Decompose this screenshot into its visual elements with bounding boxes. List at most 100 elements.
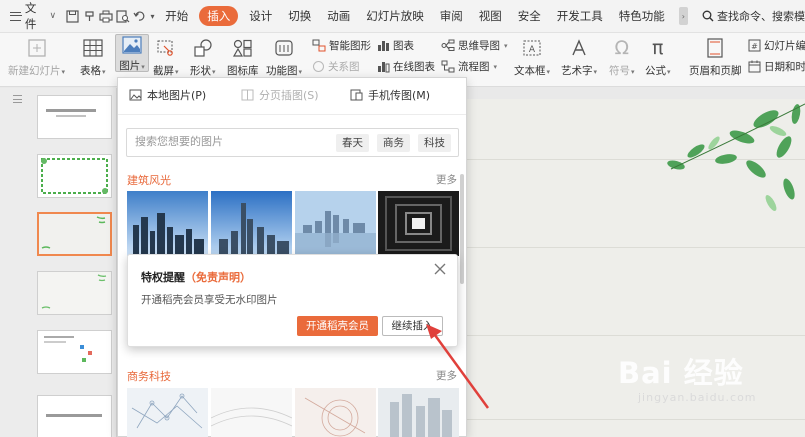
save-icon[interactable] xyxy=(64,0,81,33)
slide-thumbnail-panel xyxy=(0,88,117,437)
mind-map-label: 思维导图 xyxy=(458,40,500,52)
command-search[interactable]: 查找命令、搜索模 xyxy=(702,8,805,24)
undo-icon[interactable] xyxy=(131,0,148,33)
tab-security[interactable]: 安全 xyxy=(510,0,549,33)
picture-thumb-tunnel[interactable] xyxy=(378,191,459,256)
phone-icon xyxy=(350,89,363,101)
picture-thumb-city-3[interactable] xyxy=(295,191,376,256)
search-icon xyxy=(702,10,714,22)
table-button[interactable]: 表格▾ xyxy=(80,36,106,78)
function-chart-label: 功能图 xyxy=(266,65,298,77)
wood-line xyxy=(466,419,805,420)
new-slide-button[interactable]: 新建幻灯片▾ xyxy=(8,36,65,78)
picture-thumb-city-1[interactable] xyxy=(127,191,208,256)
icon-library-label: 图标库 xyxy=(227,65,259,77)
tab-developer[interactable]: 开发工具 xyxy=(549,0,611,33)
chart-label: 图表 xyxy=(393,40,414,52)
watermark-url: jingyan.baidu.com xyxy=(638,391,757,404)
picture-search-input[interactable] xyxy=(135,135,325,148)
tab-split-insert[interactable]: 分页插图(S) xyxy=(241,87,319,103)
tag-spring[interactable]: 春天 xyxy=(336,134,369,152)
slide-thumbnail-selected[interactable] xyxy=(37,212,112,256)
smart-shape-button[interactable]: 智能图形 xyxy=(312,38,371,53)
picture-label: 图片 xyxy=(119,60,141,72)
chevron-down-icon: ∨ xyxy=(49,11,57,21)
section-title-business: 商务科技 xyxy=(127,370,171,383)
tab-special[interactable]: 特色功能 xyxy=(611,0,673,33)
flow-chart-icon xyxy=(441,60,455,73)
more-tabs-button[interactable]: › xyxy=(678,7,689,25)
tab-slideshow[interactable]: 幻灯片放映 xyxy=(358,0,432,33)
symbol-button[interactable]: Ω 符号▾ xyxy=(609,36,635,78)
tab-review[interactable]: 审阅 xyxy=(432,0,471,33)
picture-thumb-business-2[interactable] xyxy=(211,388,292,437)
shape-button[interactable]: 形状▾ xyxy=(190,36,216,78)
date-time-button[interactable]: 日期和时 xyxy=(748,59,805,74)
picture-button[interactable]: 图片▾ xyxy=(115,34,149,72)
relation-chart-button[interactable]: 关系图 xyxy=(312,59,360,74)
textbox-button[interactable]: A 文本框▾ xyxy=(514,36,550,78)
shape-label: 形状 xyxy=(190,65,211,77)
tab-insert[interactable]: 插入 xyxy=(199,6,239,26)
screenshot-label: 截屏 xyxy=(153,65,174,77)
online-chart-icon xyxy=(378,62,390,73)
chart-icon xyxy=(378,41,389,51)
tag-business[interactable]: 商务 xyxy=(377,134,410,152)
notice-title-text: 特权提醒 xyxy=(141,271,185,284)
omega-icon: Ω xyxy=(614,37,630,59)
tab-local-picture[interactable]: 本地图片(P) xyxy=(129,87,206,103)
picture-icon xyxy=(121,35,143,55)
screenshot-button[interactable]: 截屏▾ xyxy=(153,36,179,78)
function-chart-icon xyxy=(273,36,295,60)
art-text-button[interactable]: 艺术字▾ xyxy=(561,36,597,78)
tag-technology[interactable]: 科技 xyxy=(418,134,451,152)
function-chart-button[interactable]: 功能图▾ xyxy=(266,36,302,78)
tab-design[interactable]: 设计 xyxy=(241,0,280,33)
panel-scrollbar[interactable] xyxy=(460,174,464,284)
table-label: 表格 xyxy=(80,65,101,77)
print-preview-icon[interactable] xyxy=(114,0,131,33)
open-membership-button[interactable]: 开通稻壳会员 xyxy=(297,316,378,336)
new-slide-icon xyxy=(26,36,48,60)
slide-thumbnail[interactable] xyxy=(37,395,112,437)
format-painter-icon[interactable] xyxy=(81,0,98,33)
chart-button[interactable]: 图表 xyxy=(377,38,414,53)
slide-number-button[interactable]: # 幻灯片编 xyxy=(748,38,805,53)
slide-thumbnail[interactable] xyxy=(37,271,112,315)
tab-transition[interactable]: 切换 xyxy=(280,0,319,33)
more-link-architecture[interactable]: 更多 xyxy=(436,172,457,187)
panel-menu-icon[interactable] xyxy=(13,95,22,103)
tab-animation[interactable]: 动画 xyxy=(319,0,358,33)
picture-thumb-business-3[interactable] xyxy=(295,388,376,437)
tab-phone-upload[interactable]: 手机传图(M) xyxy=(350,87,430,103)
slide-thumbnail[interactable] xyxy=(37,154,112,198)
file-menu-label: 文件 xyxy=(24,1,37,31)
file-menu[interactable]: 文件 ∨ xyxy=(0,0,64,33)
header-footer-button[interactable]: 页眉和页脚 xyxy=(689,36,742,78)
mind-map-button[interactable]: 思维导图 ▾ xyxy=(441,38,508,53)
flow-chart-label: 流程图 xyxy=(458,61,490,73)
online-chart-button[interactable]: 在线图表 xyxy=(377,59,435,74)
annotation-arrow xyxy=(426,324,490,409)
slide-number-icon: # xyxy=(748,39,761,52)
tab-home[interactable]: 开始 xyxy=(157,0,196,33)
slide-thumbnail[interactable] xyxy=(37,330,112,374)
command-search-label: 查找命令、搜索模 xyxy=(717,10,805,23)
watermark-logo: Bai 经验 xyxy=(618,356,744,390)
formula-button[interactable]: π 公式▾ xyxy=(645,36,671,78)
art-text-icon xyxy=(568,36,590,60)
more-quick-icon[interactable]: ▾ xyxy=(148,0,157,33)
svg-text:#: # xyxy=(751,42,758,51)
flow-chart-button[interactable]: 流程图 ▾ xyxy=(441,59,497,74)
picture-thumb-business-1[interactable] xyxy=(127,388,208,437)
picture-search-box: 春天 商务 科技 xyxy=(126,128,459,157)
print-icon[interactable] xyxy=(98,0,115,33)
slide-thumbnail[interactable] xyxy=(37,95,112,139)
art-text-label: 艺术字 xyxy=(561,65,593,77)
icon-library-icon xyxy=(232,36,254,60)
picture-thumb-city-2[interactable] xyxy=(211,191,292,256)
new-slide-label: 新建幻灯片 xyxy=(8,65,61,77)
close-icon[interactable] xyxy=(433,262,447,276)
tab-view[interactable]: 视图 xyxy=(471,0,510,33)
icon-library-button[interactable]: 图标库 xyxy=(227,36,259,78)
